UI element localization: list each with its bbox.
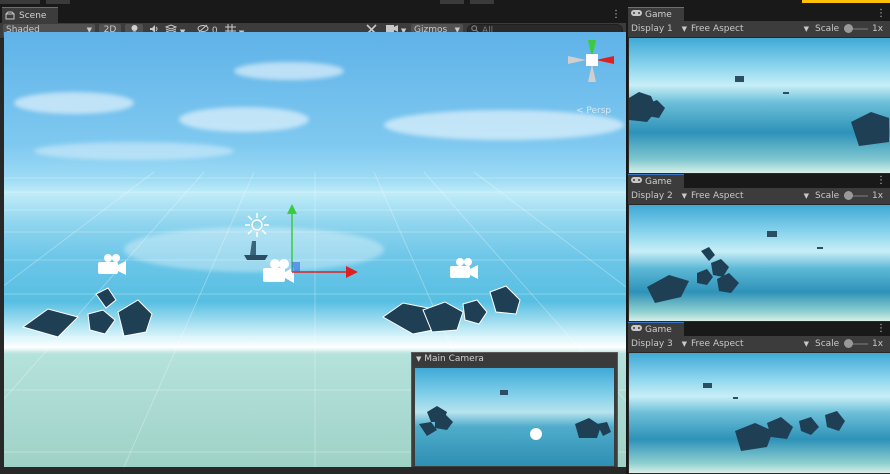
aspect-dropdown[interactable]: Free Aspect ▼ xyxy=(691,338,809,350)
scene-panel: Scene ⋮ Shaded ▼ 2D ▼ xyxy=(0,7,626,474)
aspect-value: Free Aspect xyxy=(691,191,744,201)
scale-value: 1x xyxy=(872,24,884,34)
scene-icon xyxy=(5,11,15,21)
game-view-render xyxy=(629,76,889,146)
scale-label: Scale xyxy=(815,339,840,349)
orientation-gizmo[interactable] xyxy=(564,32,620,92)
display-dropdown[interactable]: Display 2 ▼ xyxy=(631,190,687,202)
chevron-down-icon: ▼ xyxy=(681,25,687,33)
game-view-render xyxy=(647,231,823,303)
move-tool-gizmo[interactable] xyxy=(274,200,374,280)
camera-preview-header[interactable]: ▼ Main Camera xyxy=(412,353,617,366)
scale-slider-knob[interactable] xyxy=(844,191,853,200)
scene-tab-label: Scene xyxy=(19,10,47,21)
chevron-down-icon: ▼ xyxy=(803,25,809,33)
aspect-value: Free Aspect xyxy=(691,24,744,34)
projection-label[interactable]: < Persp xyxy=(576,106,611,116)
game-tab-label: Game xyxy=(645,9,672,20)
scale-label: Scale xyxy=(815,24,840,34)
rock-cluster-left xyxy=(21,287,153,338)
scene-tab-bar: Scene ⋮ xyxy=(0,7,626,23)
game-view-2[interactable] xyxy=(629,205,890,321)
game-tab-label: Game xyxy=(645,324,672,335)
display-dropdown[interactable]: Display 1 ▼ xyxy=(631,23,687,35)
camera-preview-title: Main Camera xyxy=(424,354,484,364)
game-tab-label: Game xyxy=(645,176,672,187)
scale-slider-knob[interactable] xyxy=(844,24,853,33)
tab-scene[interactable]: Scene xyxy=(2,7,58,23)
aspect-dropdown[interactable]: Free Aspect ▼ xyxy=(691,190,809,202)
game-panel-2: Game ⋮ Display 2 ▼ Free Aspect ▼ Scale 1… xyxy=(628,174,890,322)
camera-preview-render xyxy=(419,390,611,440)
camera-preview-window: ▼ Main Camera xyxy=(411,352,618,467)
collapse-arrow-icon: ▼ xyxy=(416,355,422,363)
display-value: Display 1 xyxy=(631,24,673,34)
aspect-dropdown[interactable]: Free Aspect ▼ xyxy=(691,23,809,35)
sun-light-gizmo[interactable] xyxy=(244,212,270,238)
game-icon xyxy=(631,9,642,20)
game-tab-bar: Game ⋮ xyxy=(628,322,890,336)
kebab-icon[interactable]: ⋮ xyxy=(876,175,886,187)
aspect-value: Free Aspect xyxy=(691,339,744,349)
display-value: Display 2 xyxy=(631,191,673,201)
chevron-down-icon: ▼ xyxy=(803,192,809,200)
camera-gizmo-left[interactable] xyxy=(92,250,128,280)
game-view-1[interactable] xyxy=(629,38,890,173)
game-view-3[interactable] xyxy=(629,353,890,473)
scale-value: 1x xyxy=(872,191,884,201)
scale-label: Scale xyxy=(815,191,840,201)
display-value: Display 3 xyxy=(631,339,673,349)
kebab-icon[interactable]: ⋮ xyxy=(876,8,886,20)
game-view-render xyxy=(703,383,845,451)
kebab-icon[interactable]: ⋮ xyxy=(611,9,621,21)
chevron-down-icon: ▼ xyxy=(681,340,687,348)
game-toolbar: Display 2 ▼ Free Aspect ▼ Scale 1x xyxy=(628,188,890,204)
game-icon xyxy=(631,176,642,187)
game-icon xyxy=(631,324,642,335)
rock-cluster-right xyxy=(382,285,521,335)
chevron-down-icon: ▼ xyxy=(803,340,809,348)
game-toolbar: Display 1 ▼ Free Aspect ▼ Scale 1x xyxy=(628,21,890,37)
kebab-icon[interactable]: ⋮ xyxy=(876,323,886,335)
game-panel-3: Game ⋮ Display 3 ▼ Free Aspect ▼ Scale 1… xyxy=(628,322,890,474)
tab-game[interactable]: Game xyxy=(628,322,684,336)
camera-preview-image xyxy=(415,368,614,466)
scale-slider-knob[interactable] xyxy=(844,339,853,348)
window-top-strip xyxy=(0,0,890,7)
camera-gizmo-right[interactable] xyxy=(444,254,480,284)
game-panel-1: Game ⋮ Display 1 ▼ Free Aspect ▼ Scale 1… xyxy=(628,7,890,174)
display-dropdown[interactable]: Display 3 ▼ xyxy=(631,338,687,350)
scene-viewport[interactable]: < Persp ▼ Main Camera xyxy=(4,32,626,467)
game-toolbar: Display 3 ▼ Free Aspect ▼ Scale 1x xyxy=(628,336,890,352)
game-tab-bar: Game ⋮ xyxy=(628,7,890,21)
scale-value: 1x xyxy=(872,339,884,349)
chevron-down-icon: ▼ xyxy=(681,192,687,200)
game-tab-bar: Game ⋮ xyxy=(628,174,890,188)
tab-game[interactable]: Game xyxy=(628,7,684,21)
tab-game[interactable]: Game xyxy=(628,174,684,188)
